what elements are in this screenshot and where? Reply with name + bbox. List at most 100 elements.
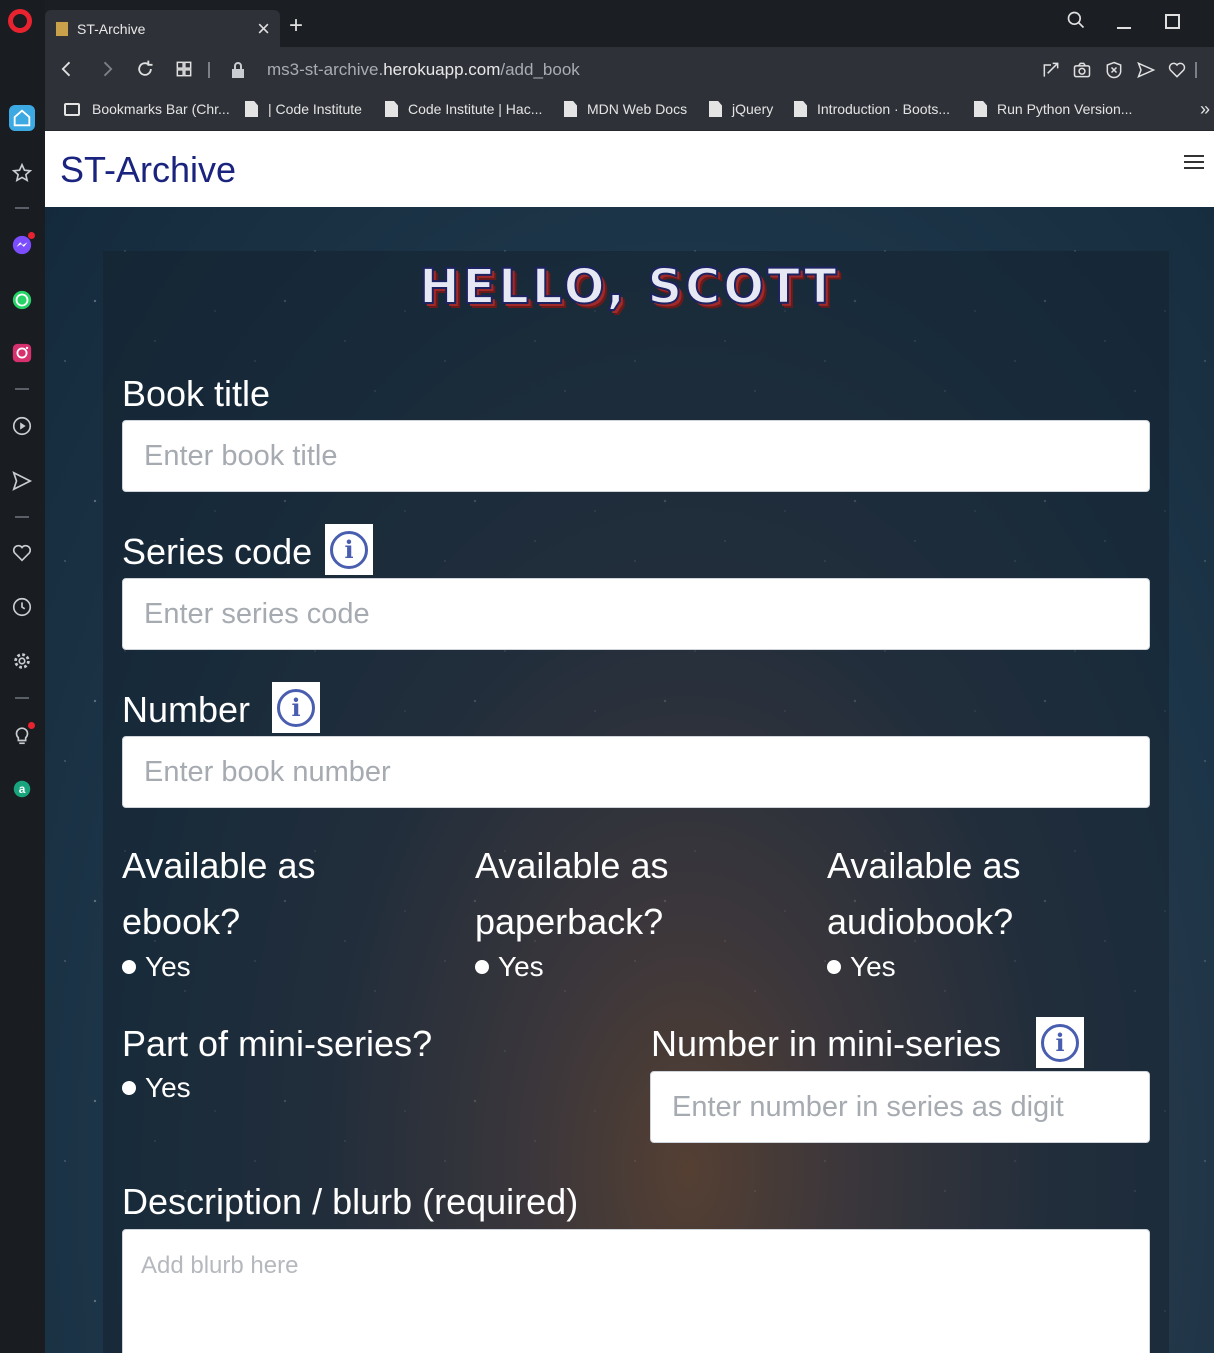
send-icon[interactable]	[9, 468, 35, 494]
address-bar: ms3-st-archive.herokuapp.com/add_book	[45, 47, 1214, 92]
description-label: Description / blurb (required)	[122, 1181, 579, 1222]
forward-icon[interactable]	[95, 57, 119, 81]
bookmarks-bar: Bookmarks Bar (Chr... | Code Institute C…	[45, 92, 1214, 131]
book-title-placeholder: Enter book title	[144, 439, 338, 472]
whatsapp-icon[interactable]	[9, 287, 35, 313]
camera-icon[interactable]	[1072, 60, 1092, 80]
radio-dot[interactable]	[827, 960, 841, 974]
radio-label: Yes	[498, 951, 544, 982]
mini-series-label: Part of mini-series?	[122, 1023, 433, 1064]
bookmark-item[interactable]: Run Python Version...	[974, 101, 1132, 117]
send-tab-icon[interactable]	[1136, 60, 1156, 80]
bookmark-item[interactable]: | Code Institute	[245, 101, 362, 117]
url-field[interactable]: ms3-st-archive.herokuapp.com/add_book	[267, 60, 580, 80]
back-icon[interactable]	[55, 57, 79, 81]
mini-series-yes-radio[interactable]: Yes	[122, 1072, 191, 1104]
messenger-icon[interactable]	[9, 232, 35, 258]
hamburger-menu-icon[interactable]	[1184, 155, 1204, 173]
share-icon[interactable]	[1041, 60, 1061, 80]
adblock-icon[interactable]	[1104, 60, 1124, 80]
player-icon[interactable]	[9, 413, 35, 439]
page-viewport: ST-Archive HELLO, SCOTT Book title Enter…	[45, 131, 1214, 1353]
mini-series-number-input[interactable]: Enter number in series as digit	[650, 1071, 1150, 1143]
bookmark-label: Code Institute | Hac...	[408, 101, 543, 117]
bookmark-item[interactable]: Code Institute | Hac...	[385, 101, 542, 117]
ebook-label: Available as ebook?	[122, 845, 316, 942]
radio-dot[interactable]	[122, 1081, 136, 1095]
description-placeholder: Add blurb here	[141, 1252, 299, 1279]
description-textarea[interactable]: Add blurb here	[122, 1229, 1150, 1353]
heart-icon[interactable]	[9, 540, 35, 566]
notification-dot	[28, 232, 35, 239]
tabs-grid-icon[interactable]	[172, 57, 196, 81]
favorite-heart-icon[interactable]	[1167, 60, 1187, 80]
page-icon	[245, 101, 258, 117]
book-number-input[interactable]: Enter book number	[122, 736, 1150, 808]
url-path: /add_book	[500, 60, 580, 79]
radio-dot[interactable]	[122, 960, 136, 974]
maximize-icon[interactable]	[1165, 14, 1180, 29]
ebook-yes-radio[interactable]: Yes	[122, 951, 191, 983]
radio-dot[interactable]	[475, 960, 489, 974]
bookmark-label: Run Python Version...	[997, 101, 1133, 117]
page-icon	[709, 101, 722, 117]
bookmark-item[interactable]: Introduction · Boots...	[794, 101, 950, 117]
sidebar-divider	[15, 516, 29, 518]
sidebar-divider	[15, 207, 29, 209]
site-navbar: ST-Archive	[45, 131, 1214, 207]
mini-series-info-icon[interactable]: i	[1036, 1017, 1084, 1068]
page-icon	[385, 101, 398, 117]
search-icon[interactable]	[1066, 10, 1086, 35]
radio-label: Yes	[850, 951, 896, 982]
mini-series-number-label: Number in mini-series	[651, 1023, 1002, 1064]
page-icon	[564, 101, 577, 117]
number-info-icon[interactable]: i	[272, 682, 320, 733]
folder-icon	[64, 102, 80, 116]
bookmark-item[interactable]: jQuery	[709, 101, 773, 117]
audiobook-yes-radio[interactable]: Yes	[827, 951, 896, 983]
page-icon	[794, 101, 807, 117]
radio-label: Yes	[145, 1072, 191, 1103]
aria-icon[interactable]: a	[9, 776, 35, 802]
star-icon[interactable]	[9, 160, 35, 186]
instagram-icon[interactable]	[9, 340, 35, 366]
new-tab-plus-icon[interactable]: +	[289, 14, 303, 38]
series-code-input[interactable]: Enter series code	[122, 578, 1150, 650]
number-label: Number	[122, 689, 251, 730]
series-code-label: Series code	[122, 531, 313, 572]
tab-close-icon[interactable]: ×	[257, 17, 270, 40]
book-title-input[interactable]: Enter book title	[122, 420, 1150, 492]
book-number-placeholder: Enter book number	[144, 755, 391, 788]
bookmark-label: jQuery	[732, 101, 774, 117]
reload-icon[interactable]	[133, 57, 157, 81]
lightbulb-icon[interactable]	[9, 722, 35, 748]
brand-logo[interactable]: ST-Archive	[60, 149, 236, 191]
series-code-info-icon[interactable]: i	[325, 524, 373, 575]
browser-sidebar: a	[0, 0, 45, 1353]
book-title-label: Book title	[122, 373, 271, 414]
bookmarks-overflow-icon[interactable]: »	[1200, 99, 1210, 120]
svg-text:a: a	[19, 782, 26, 796]
url-prefix: ms3-st-archive.	[267, 60, 384, 79]
lock-icon[interactable]	[231, 62, 245, 78]
opera-logo-icon[interactable]	[8, 9, 32, 33]
url-host: herokuapp.com	[383, 60, 501, 79]
history-icon[interactable]	[9, 594, 35, 620]
bookmark-label: MDN Web Docs	[587, 101, 688, 117]
bookmark-folder[interactable]: Bookmarks Bar (Chr...	[64, 101, 230, 117]
sidebar-divider	[15, 697, 29, 699]
browser-tab[interactable]: ST-Archive ×	[45, 10, 280, 47]
audiobook-label: Available as audiobook?	[827, 845, 1021, 942]
minimize-icon[interactable]	[1117, 27, 1131, 29]
mini-series-number-placeholder: Enter number in series as digit	[672, 1090, 1064, 1123]
page-icon	[974, 101, 987, 117]
paperback-yes-radio[interactable]: Yes	[475, 951, 544, 983]
settings-gear-icon[interactable]	[9, 648, 35, 674]
sidebar-divider	[15, 388, 29, 390]
bookmark-item[interactable]: MDN Web Docs	[564, 101, 687, 117]
notification-dot	[28, 722, 35, 729]
paperback-label: Available as paperback?	[475, 845, 669, 942]
series-code-placeholder: Enter series code	[144, 597, 370, 630]
home-icon[interactable]	[9, 105, 35, 131]
radio-label: Yes	[145, 951, 191, 982]
